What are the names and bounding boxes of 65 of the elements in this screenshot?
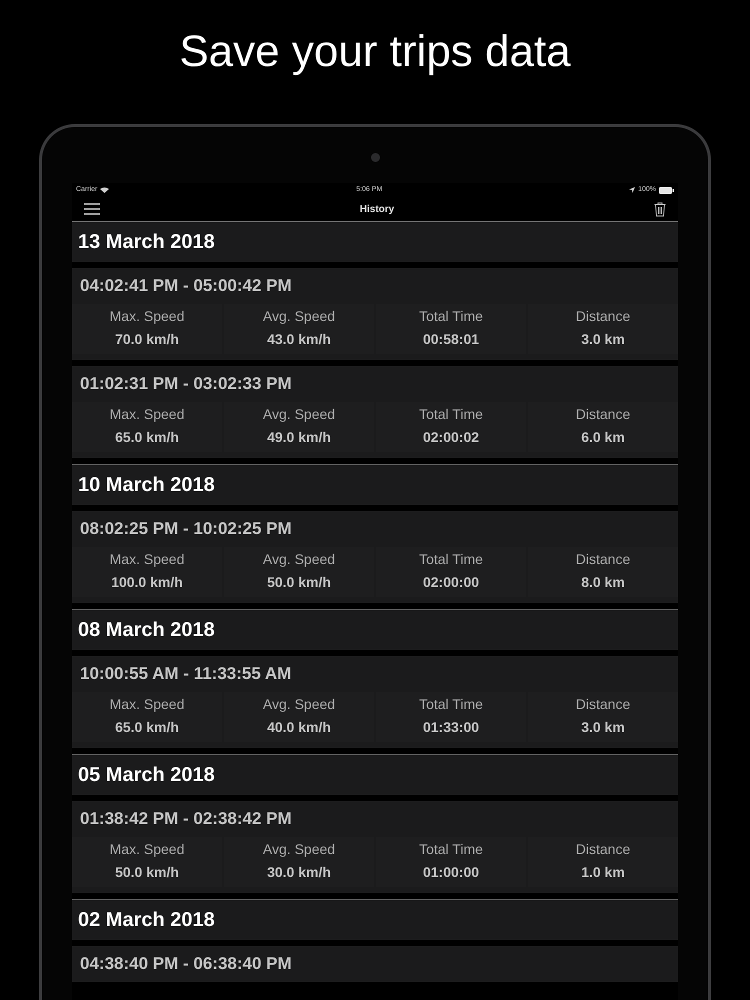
battery-icon <box>659 186 674 194</box>
stat-value: 3.0 km <box>581 330 625 349</box>
trip-time: 04:02:41 PM - 05:00:42 PM <box>79 275 293 297</box>
stat-label: Avg. Speed <box>262 840 336 859</box>
trip-card[interactable]: 04:38:40 PM - 06:38:40 PM <box>72 946 678 982</box>
stat-value: 6.0 km <box>581 428 625 447</box>
stat-value: 01:00:00 <box>422 863 480 882</box>
trip-time: 10:00:55 AM - 11:33:55 AM <box>79 663 292 685</box>
trip-card[interactable]: 01:02:31 PM - 03:02:33 PM Max. Speed 65.0 km/h Avg. Speed 49.0 km/h Total Time 02:00:02 Distance 6.0 km <box>72 366 678 458</box>
stat-value: 00:58:01 <box>422 330 480 349</box>
location-icon <box>629 187 636 193</box>
date-header: 05 March 2018 <box>72 755 678 795</box>
stat-label: Total Time <box>419 550 483 569</box>
stat-label: Max. Speed <box>110 695 184 714</box>
headline: Save your trips data <box>179 26 571 78</box>
date-header: 08 March 2018 <box>72 610 678 650</box>
stat-value: 8.0 km <box>581 573 625 592</box>
trip-time: 08:02:25 PM - 10:02:25 PM <box>79 518 293 540</box>
stat-value: 50.0 km/h <box>115 863 179 882</box>
trip-time: 04:38:40 PM - 06:38:40 PM <box>79 953 293 975</box>
stat-label: Max. Speed <box>110 840 184 859</box>
stat-value: 01:33:00 <box>422 718 480 737</box>
stat-label: Distance <box>576 550 630 569</box>
stat-label: Total Time <box>419 307 483 326</box>
stat-value: 43.0 km/h <box>267 330 331 349</box>
trash-icon[interactable] <box>654 202 666 216</box>
camera-icon <box>370 153 380 162</box>
stat-label: Total Time <box>419 840 483 859</box>
trip-card[interactable]: 08:02:25 PM - 10:02:25 PM Max. Speed 100.0 km/h Avg. Speed 50.0 km/h Total Time 02:00:00 Distance 8.0 km <box>72 511 678 603</box>
stat-value: 65.0 km/h <box>115 428 179 447</box>
trip-card[interactable]: 10:00:55 AM - 11:33:55 AM Max. Speed 65.0 km/h Avg. Speed 40.0 km/h Total Time 01:33:00 Distance 3.0 km <box>72 656 678 748</box>
trip-time: 01:38:42 PM - 02:38:42 PM <box>79 808 293 830</box>
date-header: 10 March 2018 <box>72 465 678 505</box>
nav-title: History <box>360 202 394 216</box>
date-header: 02 March 2018 <box>72 900 678 940</box>
stat-label: Total Time <box>419 695 483 714</box>
stat-label: Max. Speed <box>110 405 184 424</box>
stat-label: Max. Speed <box>110 307 184 326</box>
stat-value: 40.0 km/h <box>267 718 331 737</box>
stat-value: 02:00:00 <box>422 573 480 592</box>
stat-label: Avg. Speed <box>262 405 336 424</box>
stat-value: 30.0 km/h <box>267 863 331 882</box>
stat-label: Avg. Speed <box>262 695 336 714</box>
stat-label: Distance <box>576 695 630 714</box>
stat-label: Distance <box>576 307 630 326</box>
trip-time: 01:02:31 PM - 03:02:33 PM <box>79 373 293 395</box>
stat-label: Total Time <box>419 405 483 424</box>
stat-label: Avg. Speed <box>262 307 336 326</box>
stat-label: Max. Speed <box>110 550 184 569</box>
date-header: 13 March 2018 <box>72 222 678 262</box>
stat-value: 02:00:02 <box>422 428 480 447</box>
stat-value: 3.0 km <box>581 718 625 737</box>
stat-value: 100.0 km/h <box>111 573 183 592</box>
trip-card[interactable]: 04:02:41 PM - 05:00:42 PM Max. Speed 70.0 km/h Avg. Speed 43.0 km/h Total Time 00:58:01 Distance 3.0 km <box>72 268 678 360</box>
stat-label: Avg. Speed <box>262 550 336 569</box>
stat-value: 1.0 km <box>581 863 625 882</box>
stat-value: 49.0 km/h <box>267 428 331 447</box>
trip-card[interactable]: 01:38:42 PM - 02:38:42 PM Max. Speed 50.0 km/h Avg. Speed 30.0 km/h Total Time 01:00:00 Distance 1.0 km <box>72 801 678 893</box>
stat-value: 50.0 km/h <box>267 573 331 592</box>
stat-value: 70.0 km/h <box>115 330 179 349</box>
menu-icon[interactable] <box>84 203 100 215</box>
stat-value: 65.0 km/h <box>115 718 179 737</box>
wifi-icon <box>100 187 110 193</box>
stat-label: Distance <box>576 405 630 424</box>
stat-label: Distance <box>576 840 630 859</box>
